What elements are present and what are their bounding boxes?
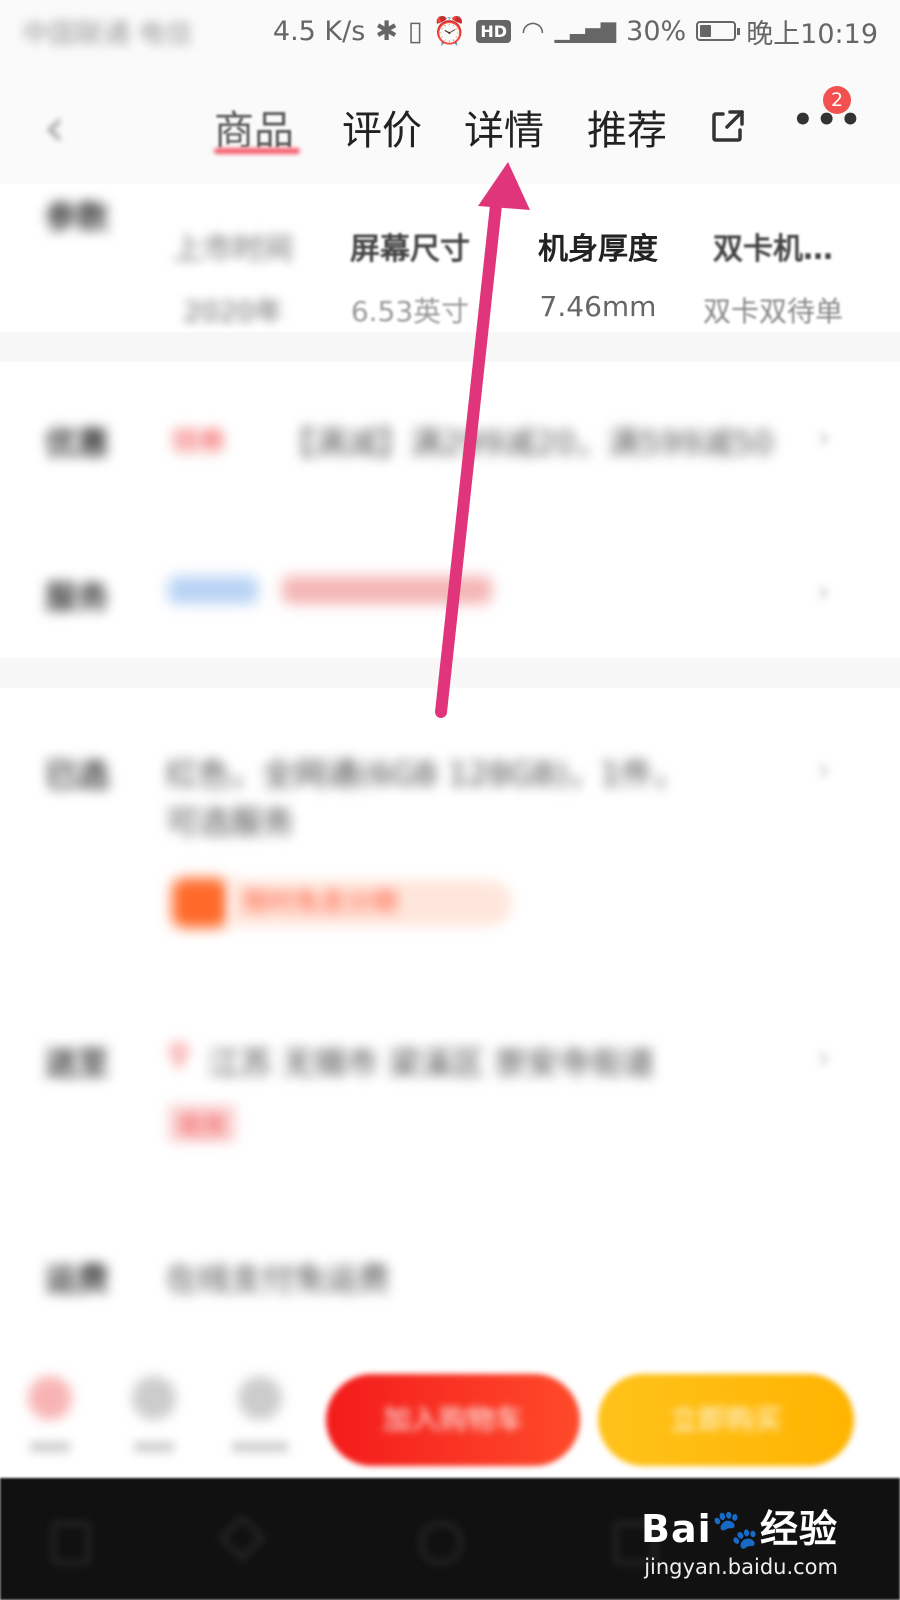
chevron-right-icon[interactable]: ›	[817, 750, 830, 788]
watermark: Bai🐾经验 jingyan.baidu.com	[641, 1498, 838, 1579]
status-bar: 中国联通 电信 4.5 K/s ✱ ▯ ⏰ HD ◠ ▁▃▅▇ 30% 晚上10…	[0, 0, 900, 62]
watermark-logo: Bai🐾经验	[641, 1507, 838, 1551]
shop-label	[30, 1442, 70, 1452]
param-name: 机身厚度	[538, 232, 658, 267]
hd-icon: HD	[476, 19, 512, 43]
promo-label: 优惠	[45, 424, 110, 462]
carrier-text: 中国联通 电信	[22, 18, 193, 50]
menu-key-icon[interactable]	[52, 1522, 90, 1564]
customer-service-icon[interactable]	[132, 1376, 176, 1420]
tab-details[interactable]: 详情	[464, 98, 544, 156]
param-item[interactable]: 屏幕尺寸 6.53英寸	[340, 224, 480, 330]
service-label: 服务	[45, 578, 110, 616]
service-tag	[168, 576, 258, 604]
tab-reviews[interactable]: 评价	[342, 98, 422, 156]
notification-badge: 2	[823, 86, 851, 114]
param-name: 双卡机…	[713, 232, 833, 267]
promo-tag: 领券	[170, 425, 227, 458]
chosen-text[interactable]: 红色，全网通(6GB 128GB)，1件，可选服务	[166, 750, 706, 846]
param-name: 上市时间	[173, 232, 293, 267]
installment-icon	[172, 878, 228, 928]
param-name: 屏幕尺寸	[350, 232, 470, 267]
net-speed: 4.5 K/s	[272, 15, 366, 47]
buy-now-label: 立即购买	[669, 1403, 782, 1436]
service-label	[134, 1442, 174, 1452]
cart-icon[interactable]	[238, 1376, 282, 1420]
signal-icon: ▁▃▅▇	[554, 19, 617, 43]
battery-percent: 30%	[626, 15, 687, 47]
wifi-icon: ◠	[521, 15, 545, 47]
add-to-cart-label: 加入购物车	[382, 1403, 523, 1436]
stock-tag: 现货	[168, 1104, 236, 1143]
clock: 晚上10:19	[746, 18, 878, 50]
promo-card: 优惠 领券 【满减】满299减20，满599减50 › 服务 ›	[0, 362, 900, 658]
back-key-icon[interactable]	[219, 1515, 265, 1561]
shop-icon[interactable]	[28, 1376, 72, 1420]
param-value: 双卡双待单	[702, 295, 843, 328]
tab-recommend[interactable]: 推荐	[587, 98, 667, 156]
product-navbar: ‹ 商品 评价 详情 推荐 ••• 2	[0, 62, 900, 184]
active-tab-indicator	[214, 148, 300, 154]
buy-now-button[interactable]: 立即购买	[598, 1374, 854, 1466]
freight-label: 运费	[45, 1260, 110, 1298]
alarm-icon: ⏰	[432, 16, 467, 47]
params-card: 参数 上市时间 2020年 屏幕尺寸 6.53英寸 机身厚度 7.46mm 双卡…	[0, 184, 900, 332]
chosen-label: 已选	[45, 756, 110, 794]
battery-icon	[696, 21, 741, 41]
vibrate-icon: ▯	[407, 15, 423, 47]
promo-text[interactable]: 【满减】满299减20，满599减50	[282, 418, 772, 464]
share-icon[interactable]	[710, 106, 748, 144]
battery-level	[700, 25, 711, 37]
param-value: 2020年	[183, 295, 283, 328]
deliver-text[interactable]: 江苏 无锡市 梁溪区 崇安寺街道	[208, 1038, 655, 1084]
service-text[interactable]	[282, 576, 492, 604]
chevron-right-icon[interactable]: ›	[817, 418, 830, 456]
param-value: 6.53英寸	[350, 295, 470, 328]
chevron-right-icon[interactable]: ›	[817, 1038, 830, 1076]
param-item[interactable]: 双卡机… 双卡双待单	[688, 224, 858, 330]
freight-text: 在线支付免运费	[166, 1260, 391, 1298]
add-to-cart-button[interactable]: 加入购物车	[326, 1374, 580, 1466]
status-icons: 4.5 K/s ✱ ▯ ⏰ HD ◠ ▁▃▅▇ 30% 晚上10:19	[273, 12, 878, 51]
action-bar: 加入购物车 立即购买	[0, 1360, 900, 1478]
home-key-icon[interactable]	[420, 1522, 462, 1564]
selection-card: 已选 红色，全网通(6GB 128GB)，1件，可选服务 › 限时免息分期 送至…	[0, 688, 900, 1360]
cart-label	[232, 1442, 288, 1452]
installment-tag: 限时免息分期	[230, 880, 512, 926]
params-label: 参数	[45, 198, 110, 236]
param-value: 7.46mm	[539, 290, 657, 323]
chevron-right-icon[interactable]: ›	[817, 572, 830, 610]
back-arrow-icon[interactable]: ‹	[44, 98, 65, 158]
deliver-label: 送至	[45, 1044, 110, 1082]
watermark-url: jingyan.baidu.com	[644, 1555, 838, 1579]
param-item[interactable]: 上市时间 2020年	[168, 224, 298, 330]
location-pin-icon: ⚲	[168, 1038, 190, 1073]
param-item[interactable]: 机身厚度 7.46mm	[528, 224, 668, 323]
bluetooth-icon: ✱	[375, 15, 398, 47]
